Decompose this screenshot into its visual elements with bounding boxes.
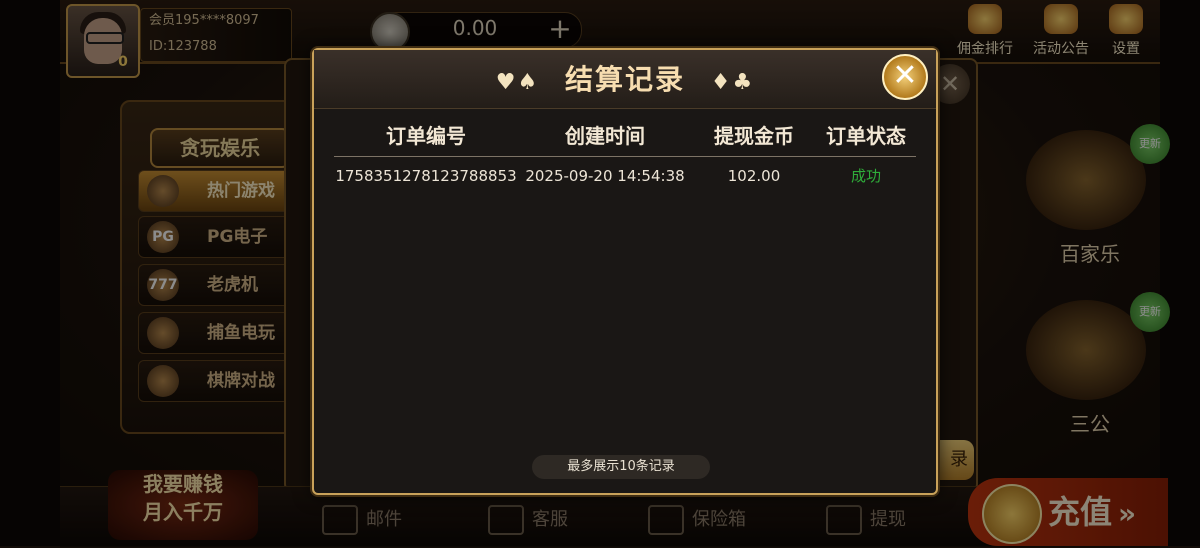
column-header-amount: 提现金币 (714, 124, 794, 148)
column-header-created-time: 创建时间 (565, 124, 645, 148)
dialog-header: ♥♠ 结算记录 ♦♣ (314, 50, 936, 109)
records-limit-note: 最多展示10条记录 (532, 455, 710, 479)
table-header: 订单编号 创建时间 提现金币 订单状态 (334, 116, 916, 157)
dialog-title: ♥♠ 结算记录 ♦♣ (495, 63, 755, 96)
created-time-cell: 2025-09-20 14:54:38 (525, 167, 685, 185)
column-header-status: 订单状态 (826, 124, 906, 148)
table-row: 1758351278123788853 2025-09-20 14:54:38 … (334, 157, 916, 195)
records-table: 订单编号 创建时间 提现金币 订单状态 1758351278123788853 … (334, 116, 916, 195)
suit-hearts-spades-icon: ♥♠ (495, 70, 540, 95)
suit-diamonds-clubs-icon: ♦♣ (710, 70, 755, 95)
settlement-records-dialog: ♥♠ 结算记录 ♦♣ 订单编号 创建时间 提现金币 订单状态 175835127… (312, 48, 938, 495)
close-icon[interactable]: ✕ (882, 54, 928, 100)
amount-cell: 102.00 (727, 167, 781, 185)
column-header-order-id: 订单编号 (386, 124, 466, 148)
order-id-cell: 1758351278123788853 (335, 167, 517, 185)
status-cell: 成功 (850, 167, 881, 185)
